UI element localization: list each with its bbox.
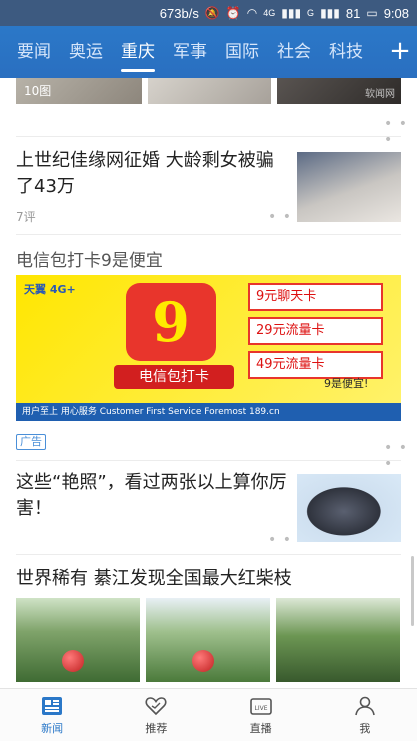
gallery-image[interactable]: 10图 [16,78,142,104]
gallery-image[interactable] [276,598,400,682]
news-item[interactable]: 世界稀有 綦江发现全国最大红柴枝 [16,566,401,592]
heart-icon [145,695,167,717]
news-item[interactable]: 这些“艳照”，看过两张以上算你厉害！ [16,470,291,522]
gallery-strip-top[interactable]: 10图 软闻网 [0,78,417,104]
comment-count: 7评 [16,210,36,224]
channel-tab-bar: 要闻 奥运 重庆 军事 国际 社会 科技 + [0,26,417,78]
wifi-icon: ◠ [246,6,258,20]
signal-icon-1: ▮▮▮ [281,6,302,20]
divider [16,460,401,461]
svg-text:LIVE: LIVE [254,705,267,712]
image-count-badge: 10图 [24,84,52,98]
divider [16,136,401,137]
tab-keji[interactable]: 科技 [320,26,372,78]
ad-slogan: 电信包打卡 [114,365,234,389]
gallery-image[interactable]: 软闻网 [277,78,401,104]
image-watermark: 软闻网 [365,89,395,100]
scrollbar[interactable] [411,556,414,626]
gallery-image[interactable] [146,598,270,682]
tab-aoyun[interactable]: 奥运 [60,26,112,78]
news-icon [41,695,63,717]
status-bar: 673b/s 🔕 ⏰ ◠ 4G ▮▮▮ G ▮▮▮ 81 ▭ 9:08 [0,0,417,26]
divider [16,554,401,555]
ad-banner[interactable]: 天翼 4G+ 9 电信包打卡 9元聊天卡 29元流量卡 49元流量卡 9是便宜!… [16,275,401,421]
news-item[interactable]: 上世纪佳缘网征婚 大龄剩女被骗了43万 [16,148,286,200]
user-icon [354,695,376,717]
ad-footer: 用户至上 用心服务 Customer First Service Foremos… [16,403,401,421]
news-title: 上世纪佳缘网征婚 大龄剩女被骗了43万 [16,150,274,197]
nav-me[interactable]: 我 [313,689,417,741]
nav-label: 直播 [249,721,272,735]
live-tv-icon: LIVE [249,695,272,717]
ball-decoration [62,650,84,672]
ad-plan-card: 9元聊天卡 [248,283,383,311]
divider [16,234,401,235]
ad-plan-card: 29元流量卡 [248,317,383,345]
add-channel-button[interactable]: + [383,26,417,78]
ball-decoration [192,650,214,672]
ad-big-number: 9 [126,283,216,361]
tab-shehui[interactable]: 社会 [268,26,320,78]
bottom-navigation: 新闻 推荐 LIVE 直播 我 [0,688,417,741]
clock: 9:08 [383,5,409,21]
gallery-image[interactable] [16,598,140,682]
battery-level: 81 [345,5,361,21]
news-thumbnail[interactable] [297,152,401,222]
ad-title[interactable]: 电信包打卡9是便宜 [16,246,163,271]
news-title: 世界稀有 綦江发现全国最大红柴枝 [16,568,292,589]
nav-label: 我 [359,721,371,735]
network-speed: 673b/s [159,5,199,21]
news-feed[interactable]: 10图 软闻网 • • • 上世纪佳缘网征婚 大龄剩女被骗了43万 7评 • •… [0,78,417,688]
alarm-icon: ⏰ [225,6,241,20]
nav-label: 新闻 [41,721,64,735]
tab-guoji[interactable]: 国际 [216,26,268,78]
mute-icon: 🔕 [204,6,220,20]
gallery-image[interactable] [147,78,272,104]
ad-handwriting: 9是便宜! [324,377,369,390]
nav-recommend[interactable]: 推荐 [104,689,208,741]
news-gallery[interactable] [16,598,401,682]
ad-badge: 广告 [16,434,46,450]
tab-yaowen[interactable]: 要闻 [8,26,60,78]
tab-junshi[interactable]: 军事 [164,26,216,78]
signal-icon-2: ▮▮▮ [320,6,340,20]
signal-label-1: 4G [263,8,276,18]
more-options-icon[interactable]: • • • [384,440,417,472]
nav-live[interactable]: LIVE 直播 [209,689,313,741]
signal-label-2: G [307,8,315,18]
ad-brand-logo: 天翼 4G+ [24,283,76,296]
news-thumbnail[interactable] [297,474,401,542]
tab-chongqing[interactable]: 重庆 [112,26,164,78]
nav-news[interactable]: 新闻 [0,689,104,741]
channel-tabs: 要闻 奥运 重庆 军事 国际 社会 科技 [0,26,383,78]
battery-icon: ▭ [366,6,378,20]
news-title: 这些“艳照”，看过两张以上算你厉害！ [16,472,287,519]
more-options-icon[interactable]: • • • [384,116,417,148]
nav-label: 推荐 [145,721,168,735]
